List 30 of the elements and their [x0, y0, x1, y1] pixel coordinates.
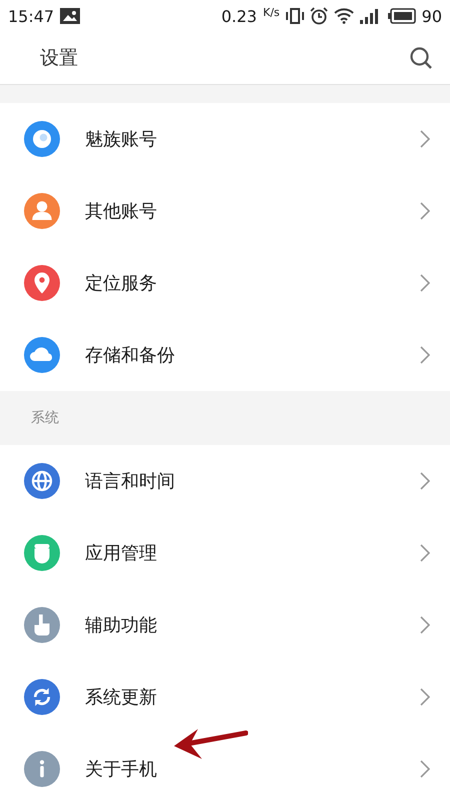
image-notification-icon: [60, 8, 80, 24]
chevron-icon: [420, 760, 430, 778]
chevron-icon: [420, 616, 430, 634]
vibrate-icon: [286, 8, 304, 24]
chevron-icon: [420, 346, 430, 364]
settings-item[interactable]: 语言和时间: [0, 445, 450, 517]
settings-item[interactable]: 定位服务: [0, 247, 450, 319]
settings-item[interactable]: 辅助功能: [0, 589, 450, 661]
settings-item[interactable]: 魅族账号: [0, 103, 450, 175]
settings-item[interactable]: 应用管理: [0, 517, 450, 589]
wifi-icon: [334, 8, 354, 24]
status-time: 15:47: [8, 6, 54, 26]
chevron-icon: [420, 274, 430, 292]
speed-unit: K/s: [262, 6, 280, 18]
chevron-icon: [420, 688, 430, 706]
chevron-icon: [420, 544, 430, 562]
section-header: 系统: [0, 391, 450, 445]
page-title: 设置: [40, 46, 79, 71]
alarm-icon: [310, 7, 328, 25]
settings-item[interactable]: 存储和备份: [0, 319, 450, 391]
settings-item[interactable]: 系统更新: [0, 661, 450, 733]
chevron-icon: [420, 130, 430, 148]
chevron-icon: [420, 472, 430, 490]
battery-level: 90: [422, 6, 442, 26]
settings-item[interactable]: 其他账号: [0, 175, 450, 247]
settings-item[interactable]: 关于手机: [0, 733, 450, 800]
chevron-icon: [420, 202, 430, 220]
network-speed: 0.23: [221, 6, 257, 26]
search-icon[interactable]: [409, 46, 433, 70]
battery-icon: [388, 8, 416, 24]
